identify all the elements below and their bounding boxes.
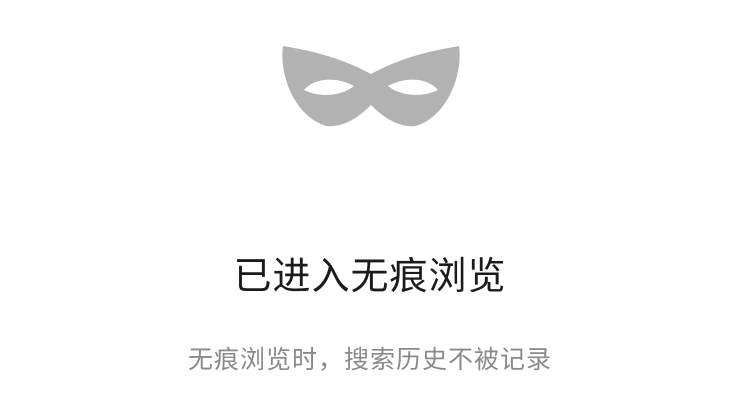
incognito-title: 已进入无痕浏览 [233,254,507,298]
incognito-page: 已进入无痕浏览 无痕浏览时，搜索历史不被记录 [0,0,740,414]
incognito-mask-icon [280,44,462,128]
incognito-subtitle: 无痕浏览时，搜索历史不被记录 [187,345,552,374]
